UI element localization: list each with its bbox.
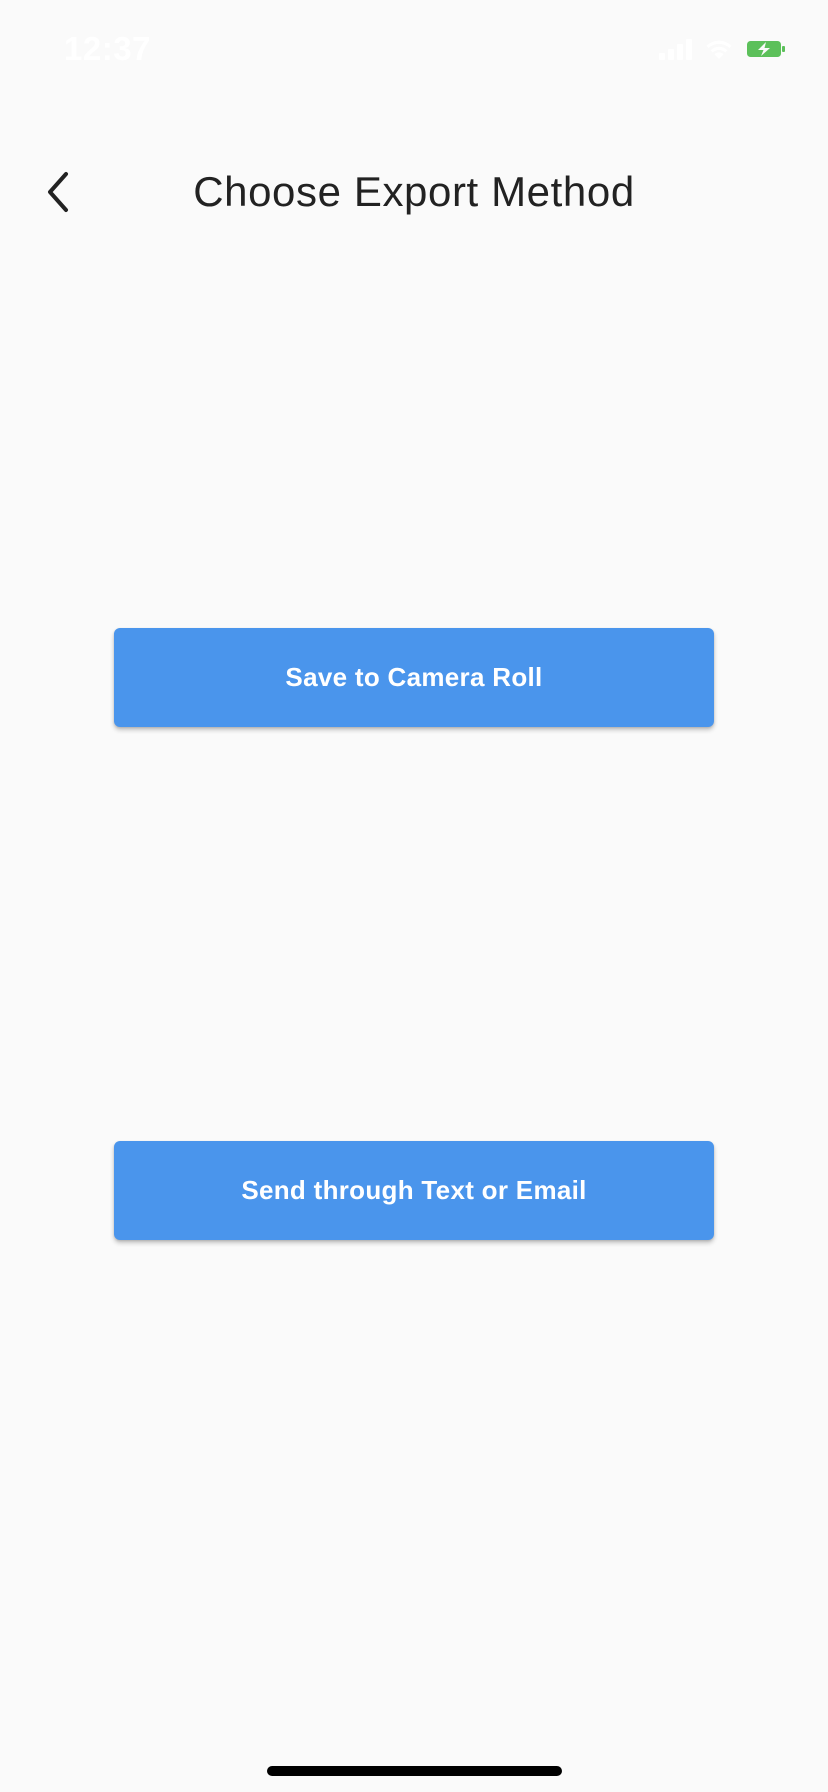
home-indicator[interactable] [267,1766,562,1776]
status-bar: 12:37 [0,0,828,100]
send-text-or-email-button[interactable]: Send through Text or Email [114,1141,714,1240]
battery-charging-icon [746,39,786,59]
status-icons [659,36,786,62]
wifi-icon [704,38,734,60]
save-to-camera-roll-button[interactable]: Save to Camera Roll [114,628,714,727]
page-title: Choose Export Method [193,168,635,215]
signal-icon [659,38,692,60]
nav-bar: Choose Export Method [0,140,828,245]
export-method-screen: 12:37 Choose Export Method Save to Camer… [0,0,828,1792]
status-time: 12:37 [64,30,151,67]
